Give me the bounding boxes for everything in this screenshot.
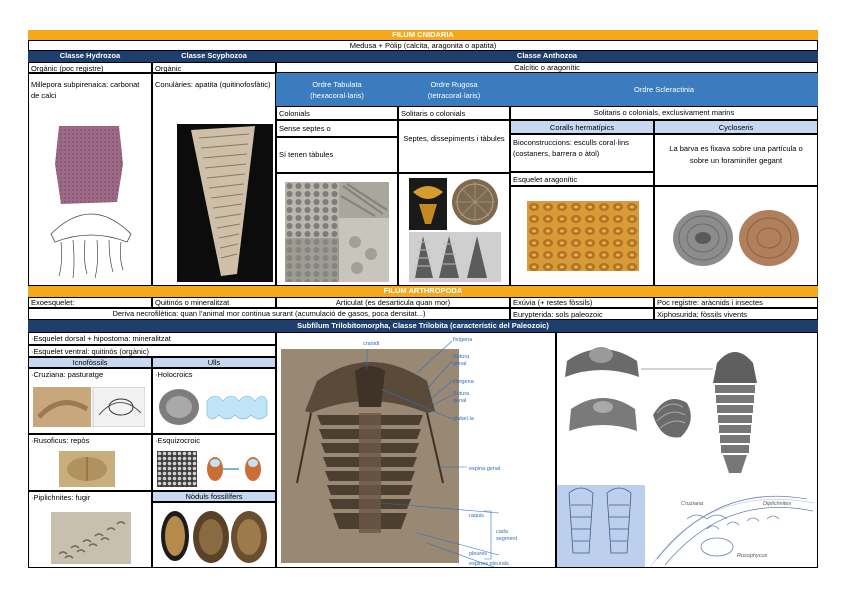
arthropoda-title: FILUM ARTHROPODA	[28, 286, 818, 297]
cruziana-text: ·Cruziana: pasturatge	[31, 370, 104, 379]
rugosa-row1: Solitaris o colonials	[398, 106, 510, 120]
exoskeleton-label: Exoesquelet:	[28, 297, 152, 308]
tabulata-header: Ordre Tabulata (hexacoral·laris)	[276, 73, 398, 106]
hydrozoa-composition: Orgànic (poc registre)	[28, 62, 152, 73]
glabella-label: glabel·la	[453, 416, 475, 422]
rugosa-header-name: Ordre Rugosa	[430, 79, 478, 89]
schizochroal-text: ·Esquizocroic	[155, 436, 201, 445]
holocroic-cell: ·Holocroics	[152, 368, 276, 434]
fixigena-label: fixígena	[453, 337, 473, 343]
rugosa-row2: Septes, dissepiments i tàbules	[398, 120, 510, 173]
scleractinia-header: Ordre Scleractinia	[510, 73, 818, 106]
hydrozoa-cell: Millepora subpirenaica: carbonat de calc…	[28, 73, 152, 286]
exoskeleton-type: Quitinós o mineralitzat	[152, 297, 276, 308]
rugosa-photo	[409, 178, 501, 282]
rusoficus-cell: ·Rusoficus: repòs	[28, 434, 152, 491]
ichnofossils-header: Icnofòssils	[28, 357, 152, 368]
scyphozoa-composition: Orgànic	[152, 62, 276, 73]
ventral-skeleton-text: ·Esquelet ventral: quitinós (orgànic)	[28, 345, 276, 357]
rugosa-header: Ordre Rugosa (tetracoral·laris)	[398, 73, 510, 106]
each-segment-label-2: segment	[496, 536, 518, 542]
hermatipics-header: Coralls hermatípics	[510, 120, 654, 134]
dorsal-skeleton-text: ·Esquelet dorsal + hipostoma: mineralitz…	[28, 332, 276, 345]
cruziana-cell: ·Cruziana: pasturatge	[28, 368, 152, 434]
piplichnites-cell: ·Piplichnites: fugir	[28, 491, 152, 568]
tabulata-row3: Sí tenen tàbules	[276, 137, 398, 173]
rachis-label: raquis	[469, 513, 484, 519]
anthozoa-header: Classe Anthozoa	[276, 51, 818, 62]
scyphozoa-header: Classe Scyphozoa	[152, 51, 276, 62]
poor-record-text: Poc registre: aràcnids i insectes	[654, 297, 818, 308]
hermatipics-skeleton: Esquelet aragonític	[510, 172, 654, 186]
tabulata-images	[276, 173, 398, 286]
anthozoa-composition: Calcític o aragonític	[276, 62, 818, 73]
each-segment-label-1: cada	[496, 529, 509, 535]
tabulata-row1: Colonials	[276, 106, 398, 120]
genal-spine-label: espina genal	[469, 466, 500, 472]
tabulata-header-name: Ordre Tabulata	[312, 79, 362, 89]
cycloseris-header: Cycloseris	[654, 120, 818, 134]
facial-suture-label-1b: genal	[453, 361, 466, 367]
nodules-header: Nòduls fossilífers	[152, 491, 276, 502]
facial-suture-label-2: Sutura	[453, 391, 470, 397]
facial-suture-label-1: Sutura	[453, 354, 470, 360]
schizochroal-cell: ·Esquizocroic	[152, 434, 276, 491]
tabulata-row2: Sense septes o	[276, 120, 398, 137]
rugosa-header-subname: (tetracoral·laris)	[427, 90, 481, 100]
tabulata-header-subname: (hexacoral·laris)	[310, 90, 364, 100]
cranidi-label: cranidi	[363, 341, 379, 347]
conulariid-photo	[177, 124, 273, 282]
rusophycus-photo	[59, 451, 115, 487]
holocroic-text: ·Holocroics	[155, 370, 193, 379]
cnidaria-title: FILUM CNIDARIA	[28, 30, 818, 40]
facial-suture-label-2b: genal	[453, 398, 466, 404]
hermatipics-image	[510, 186, 654, 286]
nodule-photos	[161, 511, 267, 563]
cycloseris-photo	[673, 210, 799, 266]
exoskeleton-articulation: Articulat (es desarticula quan mor)	[276, 297, 510, 308]
cycloseris-image	[654, 186, 818, 286]
tabulata-photo	[285, 182, 389, 282]
eurypterida-text: Eurypterida: sols paleozoic	[510, 308, 654, 320]
piplichnites-photo	[51, 512, 131, 564]
holocroic-eye-images	[159, 389, 268, 425]
librigena-label: librigena	[453, 379, 475, 385]
schizochroal-eye-images	[157, 451, 261, 487]
fossil-summary-sheet: FILUM CNIDARIA Medusa + Pòlip (calcita, …	[28, 30, 818, 568]
necrophiletic-drift: Deriva necrofilètica: quan l’animal mor …	[28, 308, 510, 320]
hydrozoa-example: Millepora subpirenaica: carbonat de calc…	[31, 80, 140, 100]
pleurae-label: pleures	[469, 551, 487, 557]
xiphosurida-text: Xiphosurida: fòssils vivents	[654, 308, 818, 320]
nodules-cell	[152, 502, 276, 568]
trilobite-anatomy-cell: cranidi fixígena Sutura genal librigena …	[276, 332, 556, 568]
hydrozoa-header: Classe Hydrozoa	[28, 51, 152, 62]
rugosa-images	[398, 173, 510, 286]
piplichnites-text: ·Piplichnites: fugir	[31, 493, 91, 502]
trilobite-views-illustration: Cruziana Diplichnites Rusophycus	[557, 333, 817, 567]
pleural-spines-label: espines pleurals	[469, 561, 509, 567]
cycloseris-text: La barva es fixava sobre una partícula o…	[654, 134, 818, 186]
eyes-header: Ulls	[152, 357, 276, 368]
cruziana-images	[33, 387, 145, 427]
rusophycus-trace-label: Rusophycus	[737, 553, 768, 559]
trilobite-anatomy-diagram: cranidi fixígena Sutura genal librigena …	[281, 337, 518, 567]
scyphozoa-cell: Conulàries: apatita (quitinofosfàtic)	[152, 73, 276, 286]
millepora-illustration	[50, 126, 132, 279]
cruziana-trace-label: Cruziana	[681, 501, 703, 507]
trilobite-views-cell: Cruziana Diplichnites Rusophycus	[556, 332, 818, 568]
rusoficus-text: ·Rusoficus: repòs	[31, 436, 90, 445]
cnidaria-subtitle: Medusa + Pòlip (calcita, aragonita o apa…	[28, 40, 818, 51]
hermatipics-text: Bioconstruccions: esculls coral·lins (co…	[510, 134, 654, 172]
diplichnites-trace-label: Diplichnites	[763, 501, 791, 507]
scleractinia-row1: Solitaris o colonials, exclusivament mar…	[510, 106, 818, 120]
scyphozoa-example: Conulàries: apatita (quitinofosfàtic)	[155, 80, 271, 89]
hermatipic-coral-photo	[527, 201, 639, 271]
trilobita-header: Subfílum Trilobitomorpha, Classe Trilobi…	[28, 320, 818, 332]
exuvia-text: Exúvia (+ restes fòssils)	[510, 297, 654, 308]
